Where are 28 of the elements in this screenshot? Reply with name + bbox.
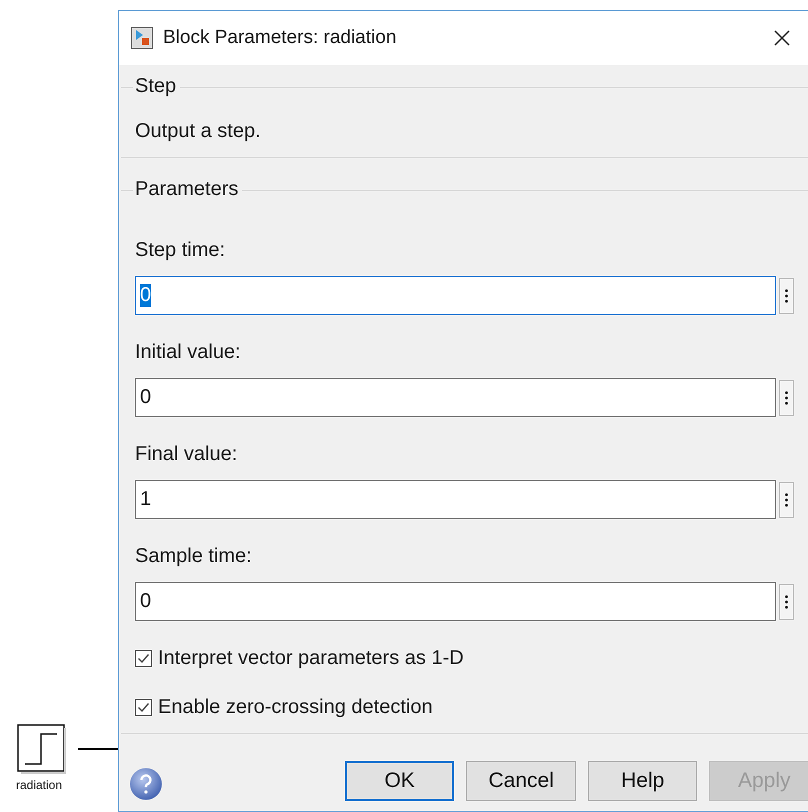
group-title: Step bbox=[133, 75, 180, 98]
dialog-button[interactable]: Help bbox=[588, 761, 698, 801]
connector-line bbox=[78, 748, 118, 750]
block-app-icon bbox=[131, 27, 153, 49]
checkbox-label: Interpret vector parameters as 1-D bbox=[158, 647, 464, 670]
block-label: radiation bbox=[16, 778, 62, 792]
field-label: Initial value: bbox=[135, 341, 242, 364]
more-options-icon[interactable] bbox=[779, 584, 794, 620]
more-options-icon[interactable] bbox=[779, 380, 794, 416]
dialog-button[interactable]: Cancel bbox=[466, 761, 576, 801]
parameter-field[interactable]: 0 bbox=[135, 276, 776, 315]
close-icon[interactable] bbox=[773, 29, 791, 47]
window-title: Block Parameters: radiation bbox=[163, 27, 398, 49]
checkbox[interactable] bbox=[135, 650, 152, 667]
block-description: Output a step. bbox=[135, 120, 262, 143]
dialog-button[interactable]: OK bbox=[344, 761, 454, 801]
field-label: Step time: bbox=[135, 239, 226, 262]
checkbox-label: Enable zero-crossing detection bbox=[158, 696, 433, 719]
checkbox[interactable] bbox=[135, 699, 152, 716]
parameter-field[interactable]: 1 bbox=[135, 480, 776, 519]
field-label: Final value: bbox=[135, 443, 238, 466]
parameter-field[interactable]: 0 bbox=[135, 582, 776, 621]
parameter-field[interactable]: 0 bbox=[135, 378, 776, 417]
field-label: Sample time: bbox=[135, 545, 253, 568]
help-icon[interactable] bbox=[129, 767, 163, 801]
more-options-icon[interactable] bbox=[779, 482, 794, 518]
more-options-icon[interactable] bbox=[779, 278, 794, 314]
step-block-icon bbox=[17, 724, 67, 774]
